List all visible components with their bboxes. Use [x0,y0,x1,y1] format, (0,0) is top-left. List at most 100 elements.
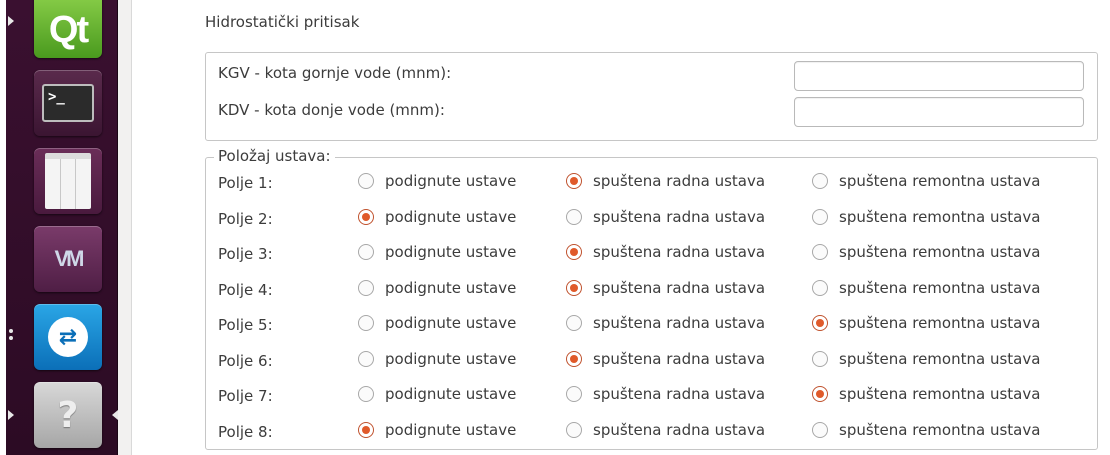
kgv-input[interactable] [794,61,1084,91]
radio-button[interactable] [566,279,582,296]
radio-button[interactable] [812,386,828,402]
gate-row-8: Polje 8: podignute ustave spuštena radna u… [206,417,1099,449]
radio-option-lowered-maintenance-gate[interactable]: spuštena remontna ustava [812,208,1040,226]
radio-option-lowered-maintenance-gate[interactable]: spuštena remontna ustava [812,421,1040,439]
radio-button[interactable] [358,386,374,402]
radio-button[interactable] [566,386,582,402]
radio-button[interactable] [812,244,828,260]
radio-option-lowered-maintenance-gate[interactable]: spuštena remontna ustava [812,243,1040,261]
terminal-launcher-icon[interactable]: >_ [34,70,102,136]
radio-button[interactable] [566,350,582,367]
radio-option-label: spuštena radna ustava [593,207,766,226]
radio-option-raised-gates[interactable]: podignute ustave [358,208,516,226]
radio-option-label: podignute ustave [385,349,517,368]
radio-button[interactable] [812,173,828,189]
radio-button[interactable] [358,173,374,189]
teamviewer-launcher-icon[interactable]: ⇄ [34,304,102,370]
radio-button[interactable] [358,315,374,331]
radio-button[interactable] [812,421,828,438]
gate-row-label: Polje 6: [218,351,273,370]
window-edge [118,0,132,455]
radio-option-raised-gates[interactable]: podignute ustave [358,243,516,261]
radio-button[interactable] [566,244,582,260]
radio-option-lowered-maintenance-gate[interactable]: spuštena remontna ustava [812,172,1040,190]
file-manager-icon [45,153,91,209]
radio-option-label: spuštena radna ustava [593,243,766,261]
vmware-logo-icon: VM [54,246,85,271]
radio-option-lowered-working-gate[interactable]: spuštena radna ustava [566,279,765,297]
radio-button[interactable] [566,421,582,438]
radio-option-label: podignute ustave [385,172,517,190]
radio-option-raised-gates[interactable]: podignute ustave [358,421,516,439]
radio-option-lowered-working-gate[interactable]: spuštena radna ustava [566,350,765,368]
radio-option-raised-gates[interactable]: podignute ustave [358,279,516,297]
qt-creator-launcher-icon[interactable]: Qt [34,0,102,58]
gate-row-5: Polje 5: podignute ustave spuštena radna u… [206,310,1099,342]
radio-option-raised-gates[interactable]: podignute ustave [358,172,516,190]
water-levels-group: KGV - kota gornje vode (mnm): KDV - kota… [205,52,1098,141]
radio-button[interactable] [566,315,582,331]
radio-option-label: spuštena remontna ustava [839,278,1041,297]
radio-option-label: spuštena remontna ustava [839,243,1041,261]
radio-button[interactable] [358,279,374,296]
gate-row-label: Polje 5: [218,316,273,334]
running-indicator [9,329,13,333]
radio-option-lowered-maintenance-gate[interactable]: spuštena remontna ustava [812,279,1040,297]
radio-option-label: podignute ustave [385,278,517,297]
vmware-launcher-icon[interactable]: VM [34,226,102,292]
radio-option-lowered-working-gate[interactable]: spuštena radna ustava [566,172,765,190]
kgv-label: KGV - kota gornje vode (mnm): [218,64,452,82]
files-launcher-icon[interactable] [34,148,102,214]
gate-row-4: Polje 4: podignute ustave spuštena radna u… [206,275,1099,307]
radio-option-label: podignute ustave [385,314,517,332]
gate-row-label: Polje 7: [218,387,273,405]
radio-button[interactable] [812,350,828,367]
radio-option-lowered-working-gate[interactable]: spuštena radna ustava [566,421,765,439]
radio-option-lowered-working-gate[interactable]: spuštena radna ustava [566,243,765,261]
teamviewer-icon: ⇄ [48,317,88,357]
kdv-input[interactable] [794,97,1084,127]
radio-option-label: podignute ustave [385,207,517,226]
radio-button[interactable] [358,244,374,260]
radio-option-lowered-maintenance-gate[interactable]: spuštena remontna ustava [812,350,1040,368]
radio-option-label: spuštena radna ustava [593,385,766,403]
radio-option-label: spuštena remontna ustava [839,349,1041,368]
gate-row-1: Polje 1: podignute ustave spuštena radna u… [206,168,1099,200]
unity-launcher: Qt >_ VM ⇄ ? [0,0,118,455]
help-launcher-icon[interactable]: ? [34,382,102,448]
gate-positions-group: Položaj ustava: Polje 1: podignute ustave… [205,147,1099,450]
radio-option-label: podignute ustave [385,420,517,439]
radio-option-lowered-working-gate[interactable]: spuštena radna ustava [566,385,765,403]
radio-button[interactable] [566,208,582,225]
radio-option-label: spuštena radna ustava [593,172,766,190]
radio-option-label: spuštena remontna ustava [839,207,1041,226]
terminal-icon: >_ [42,84,94,122]
gate-row-6: Polje 6: podignute ustave spuštena radna u… [206,346,1099,378]
radio-option-raised-gates[interactable]: podignute ustave [358,314,516,332]
radio-button[interactable] [358,421,374,438]
radio-button[interactable] [358,350,374,367]
radio-option-lowered-working-gate[interactable]: spuštena radna ustava [566,208,765,226]
gate-row-label: Polje 1: [218,174,273,192]
running-indicator [8,16,14,26]
radio-button[interactable] [812,279,828,296]
radio-option-label: spuštena remontna ustava [839,172,1041,190]
question-mark-icon: ? [57,394,79,436]
radio-option-label: spuštena radna ustava [593,349,766,368]
radio-option-lowered-maintenance-gate[interactable]: spuštena remontna ustava [812,314,1040,332]
gate-row-2: Polje 2: podignute ustave spuštena radna u… [206,204,1099,236]
gate-row-label: Polje 8: [218,422,273,441]
radio-option-lowered-maintenance-gate[interactable]: spuštena remontna ustava [812,385,1040,403]
radio-button[interactable] [812,208,828,225]
radio-option-label: spuštena radna ustava [593,278,766,297]
radio-button[interactable] [812,315,828,331]
radio-option-lowered-working-gate[interactable]: spuštena radna ustava [566,314,765,332]
radio-option-label: spuštena radna ustava [593,314,766,332]
gate-row-label: Polje 3: [218,245,273,263]
radio-button[interactable] [566,173,582,189]
radio-button[interactable] [358,208,374,225]
running-indicator [8,410,14,420]
radio-option-raised-gates[interactable]: podignute ustave [358,350,516,368]
radio-option-label: spuštena radna ustava [593,420,766,439]
radio-option-raised-gates[interactable]: podignute ustave [358,385,516,403]
